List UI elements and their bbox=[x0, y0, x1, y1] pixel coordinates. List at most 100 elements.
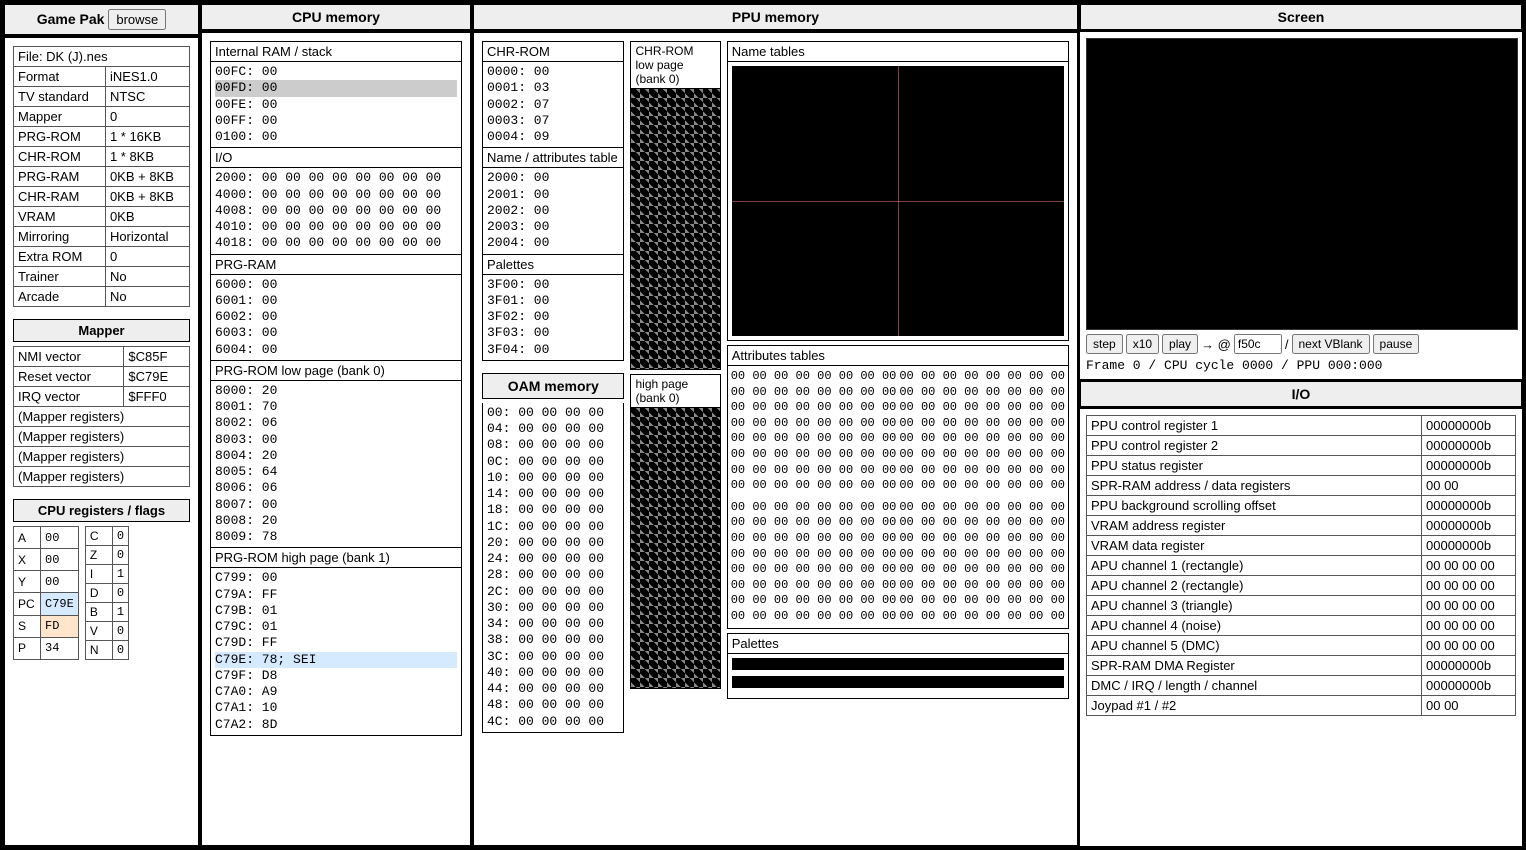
mapper-label: IRQ vector bbox=[14, 387, 124, 407]
gp-value: 0 bbox=[105, 107, 189, 127]
io-title: I/O bbox=[211, 147, 461, 168]
io-label: APU channel 3 (triangle) bbox=[1087, 596, 1422, 616]
chr-rom-panel: CHR-ROM 0000: 00 0001: 03 0002: 07 0003:… bbox=[482, 41, 624, 361]
nat-body[interactable]: 2000: 00 2001: 00 2002: 00 2003: 00 2004… bbox=[483, 168, 623, 253]
io-value: 00 00 00 00 bbox=[1422, 576, 1516, 596]
gp-value: No bbox=[105, 267, 189, 287]
step-button[interactable]: step bbox=[1086, 334, 1123, 354]
io-value: 00000000b bbox=[1422, 676, 1516, 696]
gp-value: iNES1.0 bbox=[105, 67, 189, 87]
gp-label: PRG-ROM bbox=[14, 127, 106, 147]
io-label: SPR-RAM DMA Register bbox=[1087, 656, 1422, 676]
flag-name: D bbox=[85, 584, 112, 603]
mapper-cell: (Mapper registers) bbox=[14, 427, 190, 447]
flag-value: 0 bbox=[112, 546, 128, 565]
browse-button[interactable]: browse bbox=[108, 9, 166, 30]
addr-input[interactable] bbox=[1234, 334, 1282, 354]
io-value: 00 00 00 00 bbox=[1422, 556, 1516, 576]
attr-tables-panel: Attributes tables 00 00 00 00 00 00 00 0… bbox=[727, 345, 1069, 629]
chr-low-preview: CHR-ROM low page (bank 0) bbox=[630, 41, 720, 370]
reg-value: 00 bbox=[41, 549, 79, 571]
mapper-label: NMI vector bbox=[14, 347, 124, 367]
gp-label: PRG-RAM bbox=[14, 167, 106, 187]
prg-low-title: PRG-ROM low page (bank 0) bbox=[211, 360, 461, 381]
name-tables-canvas bbox=[732, 66, 1064, 336]
ram-title: Internal RAM / stack bbox=[211, 42, 461, 62]
io-label: APU channel 1 (rectangle) bbox=[1087, 556, 1422, 576]
io-value: 00 00 00 00 bbox=[1422, 616, 1516, 636]
palettes-title: Palettes bbox=[728, 634, 1068, 654]
mapper-value: $C85F bbox=[124, 347, 190, 367]
mapper-table: NMI vector$C85FReset vector$C79EIRQ vect… bbox=[13, 346, 190, 487]
io-label: Joypad #1 / #2 bbox=[1087, 696, 1422, 716]
gp-value: 0KB + 8KB bbox=[105, 187, 189, 207]
mapper-value: $C79E bbox=[124, 367, 190, 387]
gp-value: 1 * 8KB bbox=[105, 147, 189, 167]
screen-canvas bbox=[1086, 38, 1518, 330]
prg-ram-body[interactable]: 6000: 00 6001: 00 6002: 00 6003: 00 6004… bbox=[211, 275, 461, 360]
io-value: 00 00 bbox=[1422, 696, 1516, 716]
x10-button[interactable]: x10 bbox=[1126, 334, 1159, 354]
slash-label: / bbox=[1285, 337, 1289, 352]
reg-value: 34 bbox=[41, 637, 79, 659]
io-value: 00000000b bbox=[1422, 656, 1516, 676]
flag-name: B bbox=[85, 603, 112, 622]
ppu-mem-header: PPU memory bbox=[473, 4, 1078, 30]
gp-value: No bbox=[105, 287, 189, 307]
io-value: 00000000b bbox=[1422, 536, 1516, 556]
attr-bottom-left: 00 00 00 00 00 00 00 00 00 00 00 00 00 0… bbox=[731, 500, 897, 625]
prg-high-body[interactable]: C799: 00 C79A: FF C79B: 01 C79C: 01 C79D… bbox=[211, 568, 461, 735]
io-value: 00 00 00 00 bbox=[1422, 596, 1516, 616]
palette-strip-2 bbox=[732, 676, 1064, 688]
gp-value: 0 bbox=[105, 247, 189, 267]
chr-low-title: CHR-ROM low page (bank 0) bbox=[631, 42, 719, 88]
mapper-cell: (Mapper registers) bbox=[14, 467, 190, 487]
io-value: 00 00 bbox=[1422, 476, 1516, 496]
gamepak-header: Game Pak browse bbox=[4, 4, 199, 35]
chr-rom-title: CHR-ROM bbox=[483, 42, 623, 62]
nat-title: Name / attributes table bbox=[483, 147, 623, 168]
io-label: PPU background scrolling offset bbox=[1087, 496, 1422, 516]
gp-label: Arcade bbox=[14, 287, 106, 307]
gp-label: Mapper bbox=[14, 107, 106, 127]
mapper-cell: (Mapper registers) bbox=[14, 407, 190, 427]
prg-high-title: PRG-ROM high page (bank 1) bbox=[211, 547, 461, 568]
reg-name: PC bbox=[14, 593, 41, 615]
reg-name: P bbox=[14, 637, 41, 659]
io-value: 00000000b bbox=[1422, 516, 1516, 536]
play-button[interactable]: play bbox=[1162, 334, 1198, 354]
chr-low-canvas bbox=[631, 88, 719, 369]
io-value: 00000000b bbox=[1422, 436, 1516, 456]
next-vblank-button[interactable]: next VBlank bbox=[1292, 334, 1370, 354]
io-body[interactable]: 2000: 00 00 00 00 00 00 00 00 4000: 00 0… bbox=[211, 168, 461, 253]
reg-name: S bbox=[14, 615, 41, 637]
chr-rom-body[interactable]: 0000: 00 0001: 03 0002: 07 0003: 07 0004… bbox=[483, 62, 623, 147]
flag-value: 0 bbox=[112, 641, 128, 660]
frame-info: Frame 0 / CPU cycle 0000 / PPU 000:000 bbox=[1086, 358, 1516, 373]
palettes-mem-body[interactable]: 3F00: 00 3F01: 00 3F02: 00 3F03: 00 3F04… bbox=[483, 275, 623, 360]
pause-button[interactable]: pause bbox=[1373, 334, 1420, 354]
gp-label: Trainer bbox=[14, 267, 106, 287]
palettes-panel: Palettes bbox=[727, 633, 1069, 699]
mapper-cell: (Mapper registers) bbox=[14, 447, 190, 467]
gp-value: 0KB + 8KB bbox=[105, 167, 189, 187]
io-label: PPU control register 2 bbox=[1087, 436, 1422, 456]
io-value: 00 00 00 00 bbox=[1422, 636, 1516, 656]
reg-value: 00 bbox=[41, 571, 79, 593]
attr-top-right: 00 00 00 00 00 00 00 00 00 00 00 00 00 0… bbox=[899, 369, 1065, 494]
flag-value: 1 bbox=[112, 603, 128, 622]
reg-value: C79E bbox=[41, 593, 79, 615]
gp-label: Mirroring bbox=[14, 227, 106, 247]
flag-name: Z bbox=[85, 546, 112, 565]
io-label: APU channel 2 (rectangle) bbox=[1087, 576, 1422, 596]
oam-body[interactable]: 00: 00 00 00 00 04: 00 00 00 00 08: 00 0… bbox=[483, 403, 623, 732]
gp-value: 0KB bbox=[105, 207, 189, 227]
mapper-title: Mapper bbox=[13, 319, 190, 342]
gp-label: Extra ROM bbox=[14, 247, 106, 267]
flag-value: 0 bbox=[112, 584, 128, 603]
prg-low-body[interactable]: 8000: 20 8001: 70 8002: 06 8003: 00 8004… bbox=[211, 381, 461, 548]
chr-high-title: high page (bank 0) bbox=[631, 375, 719, 407]
ram-body[interactable]: 00FC: 00 00FD: 00 00FE: 00 00FF: 00 0100… bbox=[211, 62, 461, 147]
flag-name: N bbox=[85, 641, 112, 660]
reg-name: Y bbox=[14, 571, 41, 593]
